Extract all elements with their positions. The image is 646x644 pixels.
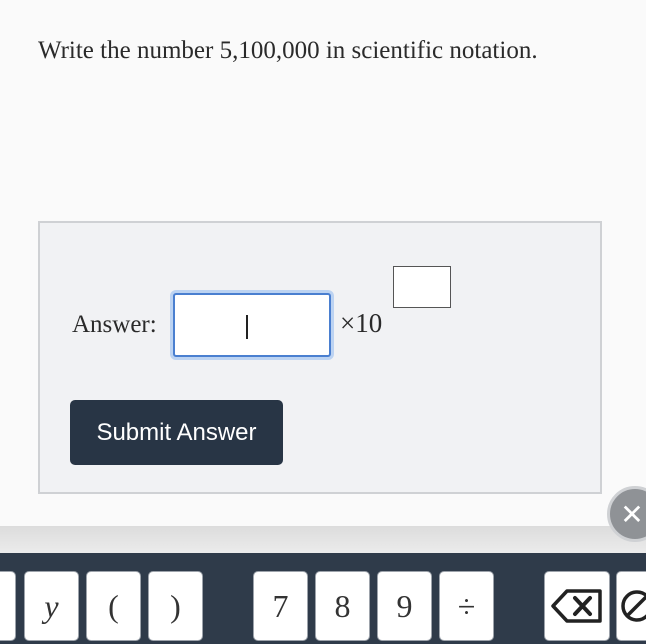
- clear-icon: [621, 590, 646, 622]
- backspace-icon: [551, 589, 602, 623]
- answer-label: Answer:: [72, 311, 157, 338]
- clear-key[interactable]: [616, 571, 646, 641]
- key-y[interactable]: y: [24, 571, 79, 641]
- key-divide[interactable]: ÷: [439, 571, 494, 641]
- key-9[interactable]: 9: [377, 571, 432, 641]
- key-close-paren[interactable]: ): [148, 571, 203, 641]
- answer-coefficient-input[interactable]: [173, 293, 331, 357]
- text-caret: [246, 315, 248, 339]
- backspace-key[interactable]: [544, 571, 610, 641]
- key-8[interactable]: 8: [315, 571, 370, 641]
- key-partial-left[interactable]: [0, 571, 16, 641]
- question-text: Write the number 5,100,000 in scientific…: [38, 37, 538, 64]
- key-7[interactable]: 7: [253, 571, 308, 641]
- submit-answer-button[interactable]: Submit Answer: [70, 400, 283, 465]
- panel-divider: [0, 526, 646, 554]
- answer-panel: Answer: ×10 Submit Answer: [38, 221, 602, 494]
- times-ten-label: ×10: [340, 308, 383, 338]
- exponent-input[interactable]: [393, 266, 451, 308]
- key-open-paren[interactable]: (: [86, 571, 141, 641]
- math-keyboard: y ( ) 7 8 9 ÷: [0, 553, 646, 644]
